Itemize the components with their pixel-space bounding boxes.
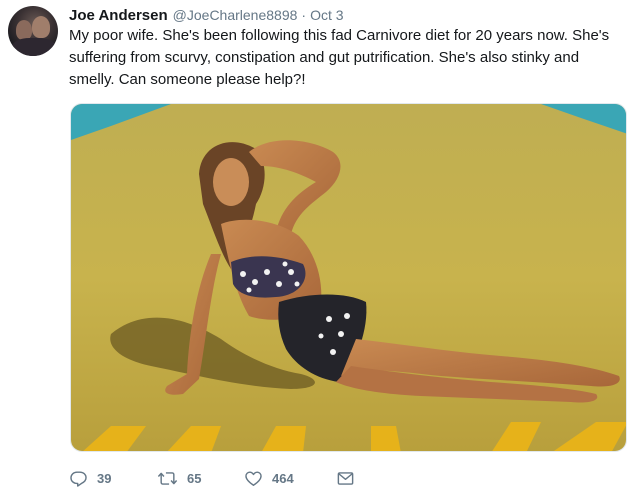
avatar[interactable]: [8, 6, 58, 56]
tweet-text: My poor wife. She's been following this …: [69, 27, 610, 88]
separator-dot: ·: [301, 7, 307, 23]
reply-button[interactable]: 39: [69, 469, 157, 488]
author-handle[interactable]: @JoeCharlene8898: [173, 7, 298, 23]
reply-count: 39: [97, 470, 112, 486]
heart-icon: [245, 470, 262, 486]
like-button[interactable]: 464: [244, 469, 336, 488]
reply-icon: [70, 470, 87, 487]
retweet-button[interactable]: 65: [157, 469, 244, 488]
tweet-date[interactable]: Oct 3: [310, 7, 343, 23]
direct-message-button[interactable]: [336, 469, 355, 488]
envelope-icon: [337, 471, 354, 485]
tweet-header: Joe Andersen @JoeCharlene8898 · Oct 3: [69, 7, 344, 27]
tweet[interactable]: Joe Andersen @JoeCharlene8898 · Oct 3 My…: [0, 0, 632, 492]
tweet-photo[interactable]: [70, 103, 627, 452]
tweet-actions: 39 65 464: [69, 466, 355, 490]
retweet-count: 65: [187, 470, 202, 486]
author-name[interactable]: Joe Andersen: [69, 7, 168, 24]
retweet-icon: [157, 471, 178, 485]
like-count: 464: [272, 470, 294, 486]
